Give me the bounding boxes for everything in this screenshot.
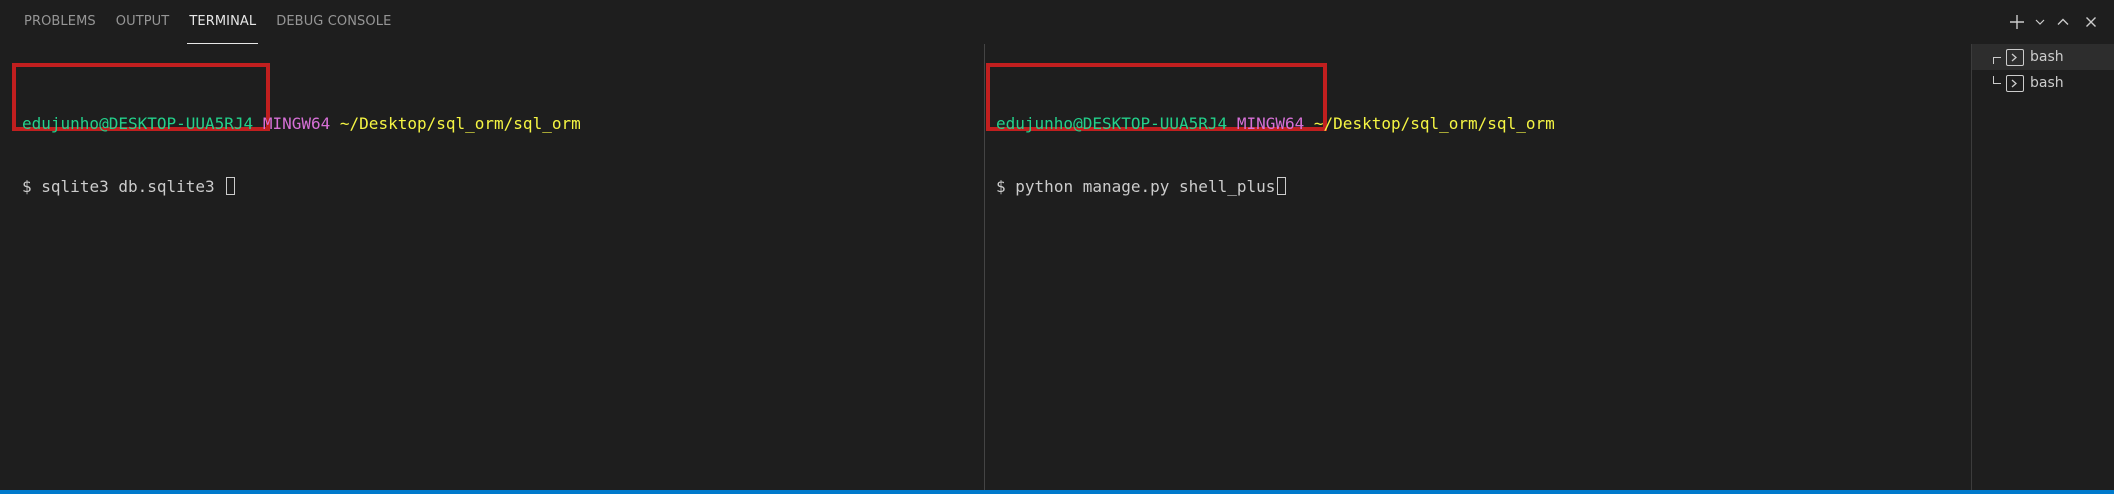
panel-tabs: PROBLEMS OUTPUT TERMINAL DEBUG CONSOLE [14, 0, 401, 44]
terminal-tab-label: bash [2030, 75, 2064, 91]
command-line: $ python manage.py shell_plus [996, 176, 1555, 197]
prompt-symbol: $ [996, 177, 1006, 196]
status-bar-edge [0, 490, 2114, 494]
terminal-tabs-list: bash bash [1971, 44, 2114, 490]
maximize-panel-button[interactable] [2050, 9, 2076, 35]
new-terminal-button[interactable] [2004, 9, 2030, 35]
close-panel-button[interactable] [2078, 9, 2104, 35]
terminal-output: edujunho@DESKTOP-UUA5RJ4 MINGW64 ~/Deskt… [996, 71, 1555, 239]
user-host: edujunho@DESKTOP-UUA5RJ4 [996, 114, 1228, 133]
terminal-tab-bash-2[interactable]: bash [1972, 70, 2114, 96]
terminal-icon [2006, 48, 2024, 66]
panel-header: PROBLEMS OUTPUT TERMINAL DEBUG CONSOLE [0, 0, 2114, 44]
panel-actions [2004, 0, 2104, 44]
cwd-path: ~/Desktop/sql_orm/sql_orm [1313, 114, 1555, 133]
tab-debug-console[interactable]: DEBUG CONSOLE [276, 0, 391, 44]
system-name: MINGW64 [1236, 114, 1305, 133]
terminal-pane-left[interactable]: edujunho@DESKTOP-UUA5RJ4 MINGW64 ~/Deskt… [0, 44, 984, 490]
system-name: MINGW64 [262, 114, 331, 133]
terminal-tab-label: bash [2030, 49, 2064, 65]
chevron-down-icon [2035, 19, 2045, 25]
launch-profile-dropdown[interactable] [2032, 9, 2048, 35]
command-text: python manage.py shell_plus [1015, 177, 1276, 196]
tab-output[interactable]: OUTPUT [116, 0, 170, 44]
user-host: edujunho@DESKTOP-UUA5RJ4 [22, 114, 254, 133]
tab-problems[interactable]: PROBLEMS [24, 0, 96, 44]
tree-connector-top [1990, 44, 2004, 70]
cwd-path: ~/Desktop/sql_orm/sql_orm [339, 114, 581, 133]
command-text: sqlite3 db.sqlite3 [41, 177, 215, 196]
tree-connector-bottom [1990, 70, 2004, 96]
chevron-up-icon [2057, 18, 2069, 25]
prompt-symbol: $ [22, 177, 32, 196]
cursor [1277, 177, 1287, 195]
terminal-icon [2006, 74, 2024, 92]
plus-icon [2010, 15, 2024, 29]
prompt-line: edujunho@DESKTOP-UUA5RJ4 MINGW64 ~/Deskt… [22, 113, 581, 134]
command-line: $ sqlite3 db.sqlite3 [22, 176, 581, 197]
close-icon [2086, 17, 2096, 27]
cursor [226, 177, 236, 195]
terminal-pane-right[interactable]: edujunho@DESKTOP-UUA5RJ4 MINGW64 ~/Deskt… [985, 44, 1971, 490]
terminal-area: edujunho@DESKTOP-UUA5RJ4 MINGW64 ~/Deskt… [0, 44, 1971, 490]
terminal-output: edujunho@DESKTOP-UUA5RJ4 MINGW64 ~/Deskt… [22, 71, 581, 239]
terminal-tab-bash-1[interactable]: bash [1972, 44, 2114, 70]
prompt-line: edujunho@DESKTOP-UUA5RJ4 MINGW64 ~/Deskt… [996, 113, 1555, 134]
tab-terminal[interactable]: TERMINAL [187, 0, 259, 44]
